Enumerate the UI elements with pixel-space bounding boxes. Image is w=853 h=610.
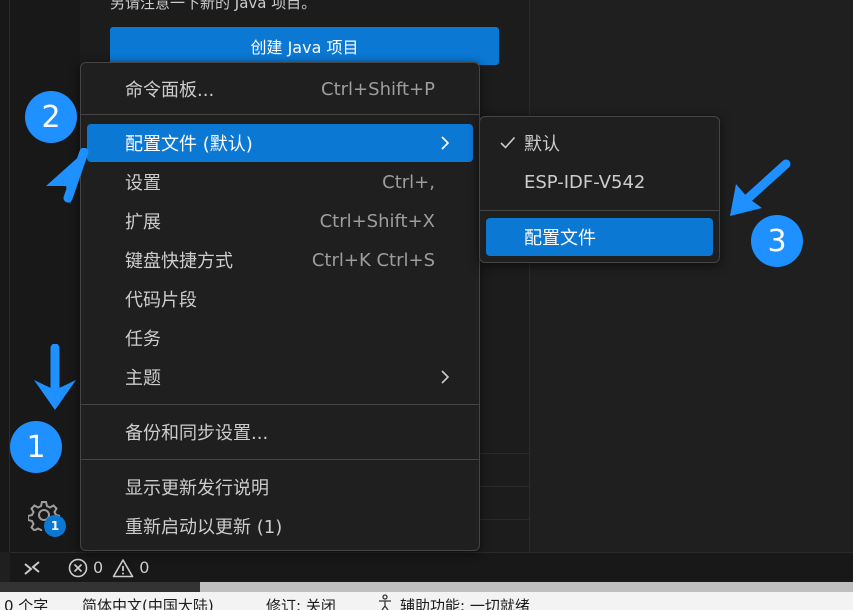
submenu-item-profiles[interactable]: 配置文件 [486,218,713,256]
submenu-item-default[interactable]: 默认 [486,124,713,162]
menu-item-profile[interactable]: 配置文件 (默认) [87,124,473,162]
warning-count: 0 [139,558,150,577]
arrow-icon [34,344,76,410]
menu-item-release-notes[interactable]: 显示更新发行说明 [87,468,473,506]
remote-indicator[interactable] [10,558,54,578]
problems-indicator[interactable]: 0 0 [68,558,149,578]
arrow-icon [730,159,791,216]
menu-item-settings[interactable]: 设置 Ctrl+, [87,163,473,201]
accessibility-icon [379,594,391,610]
menu-item-command-palette[interactable]: 命令面板... Ctrl+Shift+P [87,70,473,108]
menu-item-tasks[interactable]: 任务 [87,319,473,357]
menu-separator [81,459,479,460]
menu-separator [81,404,479,405]
editor-area [530,0,853,552]
word-count[interactable]: 0 个字 [4,595,48,610]
menu-item-extensions[interactable]: 扩展 Ctrl+Shift+X [87,202,473,240]
remote-icon [24,560,40,575]
check-icon [500,136,516,149]
scroll-track [0,582,200,592]
menu-item-themes[interactable]: 主题 [87,358,473,396]
activity-bar-edge [0,0,10,552]
update-badge: 1 [44,515,66,537]
arrow-icon [46,148,89,204]
step-marker-1: 1 [10,421,62,473]
submenu-item-esp-idf[interactable]: ESP-IDF-V542 [486,163,713,201]
step-marker-2: 2 [25,91,77,143]
error-count: 0 [93,558,104,577]
warning-icon [112,558,134,577]
track-changes-status[interactable]: 修订: 关闭 [266,595,336,610]
menu-item-snippets[interactable]: 代码片段 [87,280,473,318]
manage-menu: 命令面板... Ctrl+Shift+P 配置文件 (默认) 设置 Ctrl+, 扩… [80,62,480,551]
menu-separator [81,114,479,115]
profile-submenu: 默认 ESP-IDF-V542 配置文件 [479,116,720,263]
error-icon [68,558,88,577]
accessibility-status[interactable]: 辅助功能: 一切就绪 [400,595,530,610]
menu-item-backup-sync[interactable]: 备份和同步设置... [87,413,473,451]
chevron-right-icon [441,370,450,384]
chevron-right-icon [441,136,450,150]
menu-item-keyboard-shortcuts[interactable]: 键盘快捷方式 Ctrl+K Ctrl+S [87,241,473,279]
status-bar: 0 0 [10,552,853,582]
menu-separator [480,210,719,211]
language-status[interactable]: 简体中文(中国大陆) [82,595,214,610]
menu-item-restart-update[interactable]: 重新启动以更新 (1) [87,507,473,545]
sidebar-intro-text: 另请注意一下新的 Java 项目。 [110,0,317,12]
create-java-project-button[interactable]: 创建 Java 项目 [110,27,499,65]
step-marker-3: 3 [751,215,803,267]
word-status-bar: 0 个字 简体中文(中国大陆) 修订: 关闭 辅助功能: 一切就绪 [0,592,853,610]
scroll-thumb[interactable] [200,582,853,592]
